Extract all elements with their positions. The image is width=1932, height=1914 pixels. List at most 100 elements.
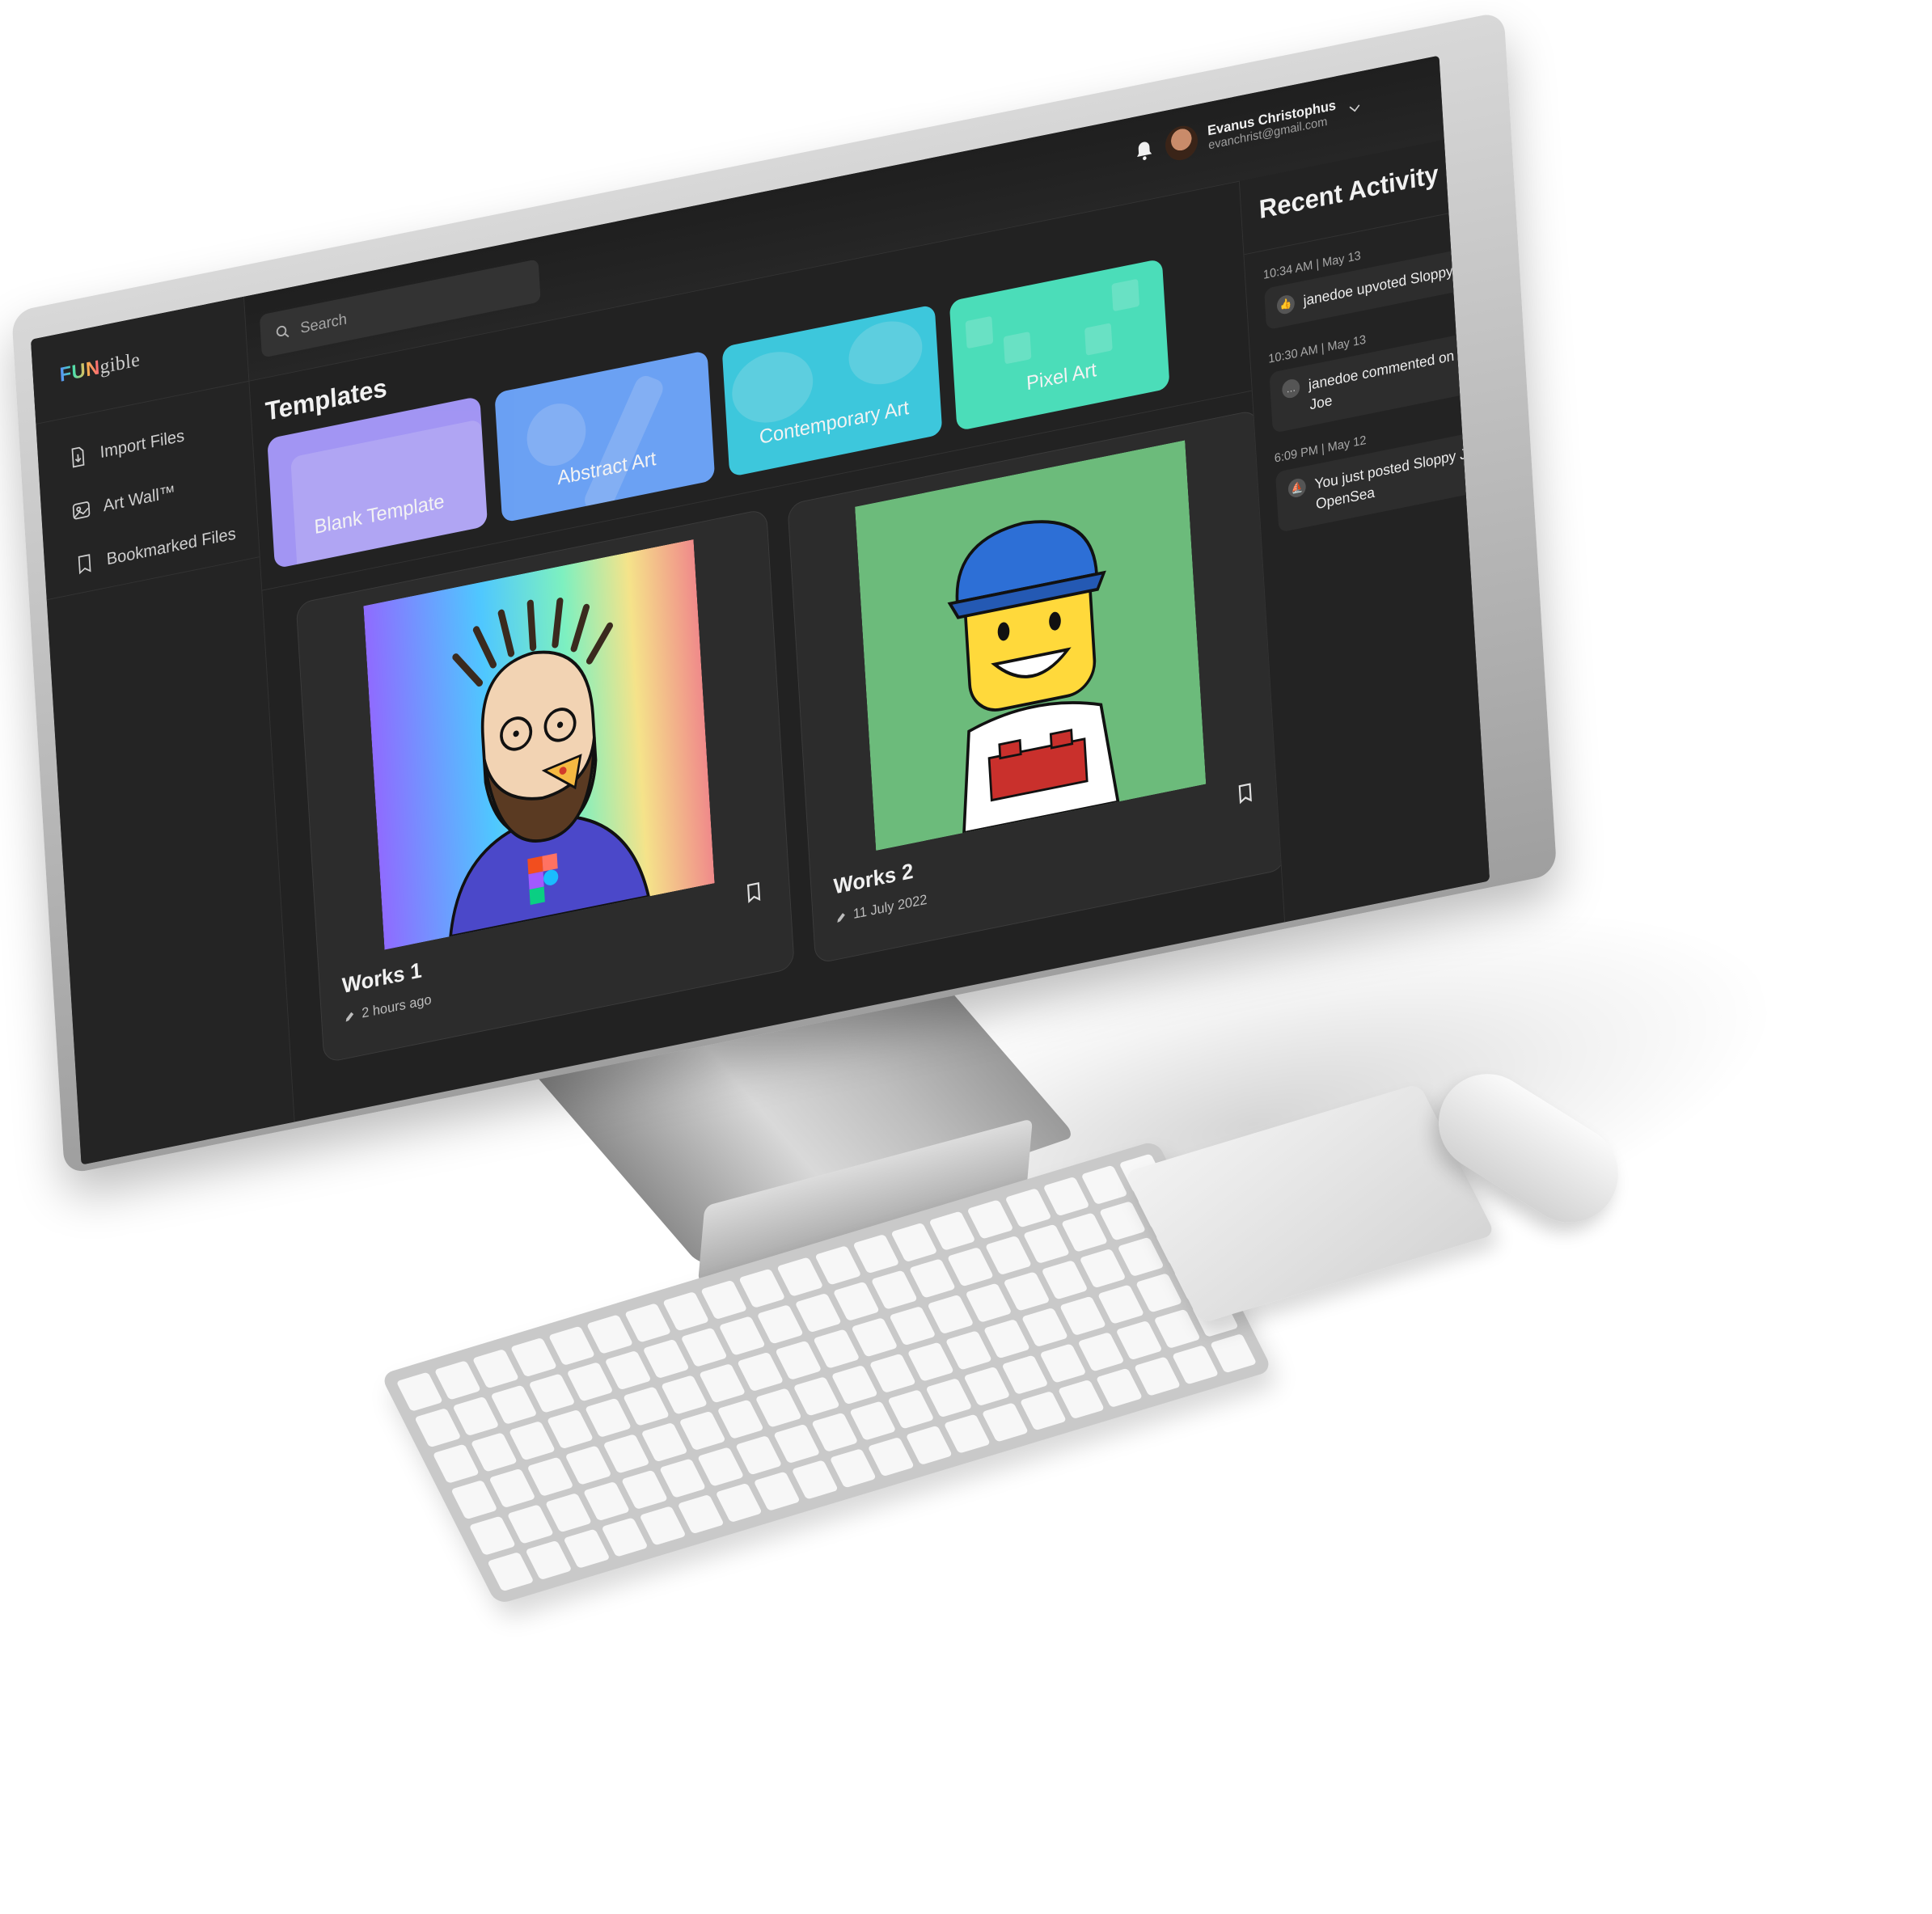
keyboard-key bbox=[1042, 1176, 1090, 1217]
template-decoration bbox=[1084, 323, 1113, 356]
keyboard-key bbox=[1039, 1343, 1087, 1384]
keyboard-key bbox=[452, 1396, 500, 1437]
keyboard-key bbox=[547, 1325, 596, 1366]
bookmark-icon bbox=[78, 554, 91, 575]
keyboard-key bbox=[677, 1494, 725, 1535]
keyboard-key bbox=[1095, 1367, 1144, 1408]
keyboard-key bbox=[1077, 1332, 1125, 1372]
template-decoration bbox=[290, 419, 488, 569]
keyboard-key bbox=[813, 1329, 860, 1369]
opensea-icon: ⛵ bbox=[1287, 476, 1307, 500]
keyboard-key bbox=[829, 1448, 877, 1489]
keyboard-key bbox=[1060, 1212, 1109, 1253]
keyboard-key bbox=[851, 1317, 898, 1358]
keyboard-key bbox=[890, 1222, 938, 1263]
keyboard-key bbox=[1115, 1320, 1163, 1361]
sidebar-item-import-files[interactable]: Import Files bbox=[67, 425, 185, 470]
sidebar-item-art-wall[interactable]: Art Wall™ bbox=[70, 481, 176, 523]
search-placeholder: Search bbox=[299, 310, 348, 337]
avatar[interactable] bbox=[1164, 123, 1199, 163]
keyboard-key bbox=[715, 1482, 763, 1523]
keyboard-key bbox=[1021, 1307, 1069, 1348]
keyboard-key bbox=[639, 1506, 687, 1546]
keyboard-key bbox=[983, 1319, 1031, 1359]
keyboard-key bbox=[925, 1377, 973, 1418]
keyboard-key bbox=[471, 1349, 520, 1389]
keyboard-key bbox=[488, 1468, 536, 1509]
template-label: Pixel Art bbox=[1025, 357, 1097, 395]
keyboard-key bbox=[433, 1360, 482, 1401]
bookmark-icon[interactable] bbox=[743, 880, 765, 906]
keyboard-key bbox=[1019, 1391, 1067, 1431]
keyboard-key bbox=[1003, 1271, 1051, 1312]
keyboard-key bbox=[718, 1316, 766, 1356]
app-logo[interactable]: FUNgible bbox=[59, 347, 141, 387]
bearded-man-artwork bbox=[363, 539, 715, 950]
keyboard-key bbox=[928, 1211, 976, 1251]
keyboard-key bbox=[811, 1412, 859, 1452]
keyboard-key bbox=[1135, 1273, 1183, 1313]
keyboard-key bbox=[1001, 1354, 1049, 1395]
keyboard-key bbox=[450, 1480, 498, 1520]
keyboard-key bbox=[945, 1330, 993, 1371]
keyboard-key bbox=[586, 1314, 634, 1354]
keyboard-key bbox=[622, 1386, 670, 1426]
logo-fun: FUN bbox=[58, 355, 101, 387]
keyboard-key bbox=[943, 1413, 991, 1454]
keyboard-key bbox=[624, 1303, 672, 1343]
keyboard-key bbox=[1080, 1164, 1128, 1205]
work-title: Works 1 bbox=[341, 957, 423, 998]
keyboard-key bbox=[794, 1292, 842, 1333]
keyboard-key bbox=[395, 1371, 443, 1412]
keyboard-key bbox=[946, 1247, 995, 1287]
keyboard-key bbox=[544, 1493, 593, 1533]
template-card-contemporary[interactable]: Contemporary Art bbox=[721, 304, 943, 478]
work-thumbnail bbox=[363, 539, 715, 950]
work-card[interactable]: Works 1 2 hours ago bbox=[295, 508, 795, 1064]
keyboard-key bbox=[680, 1327, 728, 1367]
keyboard-key bbox=[699, 1363, 746, 1404]
keyboard-key bbox=[832, 1281, 880, 1321]
keyboard-key bbox=[1079, 1248, 1127, 1289]
keyboard-key bbox=[508, 1421, 556, 1461]
chevron-down-icon[interactable] bbox=[1346, 98, 1363, 118]
keyboard-key bbox=[905, 1425, 953, 1465]
keyboard-key bbox=[700, 1279, 748, 1320]
template-card-blank[interactable]: Blank Template bbox=[267, 395, 488, 569]
bell-icon[interactable] bbox=[1132, 137, 1156, 164]
template-card-pixel[interactable]: Pixel Art bbox=[949, 258, 1170, 432]
work-card[interactable]: Works 2 11 July 2022 bbox=[787, 409, 1287, 965]
keyboard-key bbox=[984, 1235, 1033, 1276]
template-card-abstract[interactable]: Abstract Art bbox=[494, 350, 716, 523]
keyboard-key bbox=[640, 1422, 688, 1463]
keyboard-key bbox=[506, 1504, 555, 1544]
keyboard-key bbox=[1004, 1188, 1052, 1228]
keyboard-key bbox=[867, 1436, 915, 1477]
keyboard-key bbox=[564, 1445, 612, 1485]
lego-figure-artwork bbox=[855, 440, 1207, 851]
keyboard-key bbox=[604, 1350, 652, 1391]
keyboard-key bbox=[965, 1282, 1013, 1323]
template-decoration bbox=[965, 315, 994, 349]
keyboard-key bbox=[1057, 1379, 1106, 1420]
keyboard-key bbox=[546, 1409, 594, 1450]
keyboard-key bbox=[791, 1460, 839, 1500]
keyboard-key bbox=[470, 1432, 518, 1472]
keyboard-key bbox=[526, 1456, 574, 1497]
work-title: Works 2 bbox=[832, 859, 915, 899]
keyboard-key bbox=[601, 1517, 649, 1557]
keyboard-key bbox=[582, 1481, 631, 1522]
keyboard-key bbox=[584, 1397, 632, 1438]
keyboard-key bbox=[602, 1434, 650, 1474]
sidebar-item-bookmarked-files[interactable]: Bookmarked Files bbox=[74, 522, 236, 577]
thumbs-up-icon: 👍 bbox=[1276, 294, 1296, 316]
keyboard-key bbox=[490, 1384, 538, 1425]
work-meta: 2 hours ago bbox=[344, 991, 432, 1025]
keyboard-key bbox=[717, 1399, 764, 1439]
pencil-icon bbox=[345, 1012, 354, 1022]
keyboard-key bbox=[1117, 1236, 1165, 1277]
keyboard-key bbox=[658, 1458, 707, 1498]
pencil-icon bbox=[837, 912, 845, 923]
template-decoration bbox=[525, 398, 588, 471]
bookmark-icon[interactable] bbox=[1234, 780, 1256, 806]
